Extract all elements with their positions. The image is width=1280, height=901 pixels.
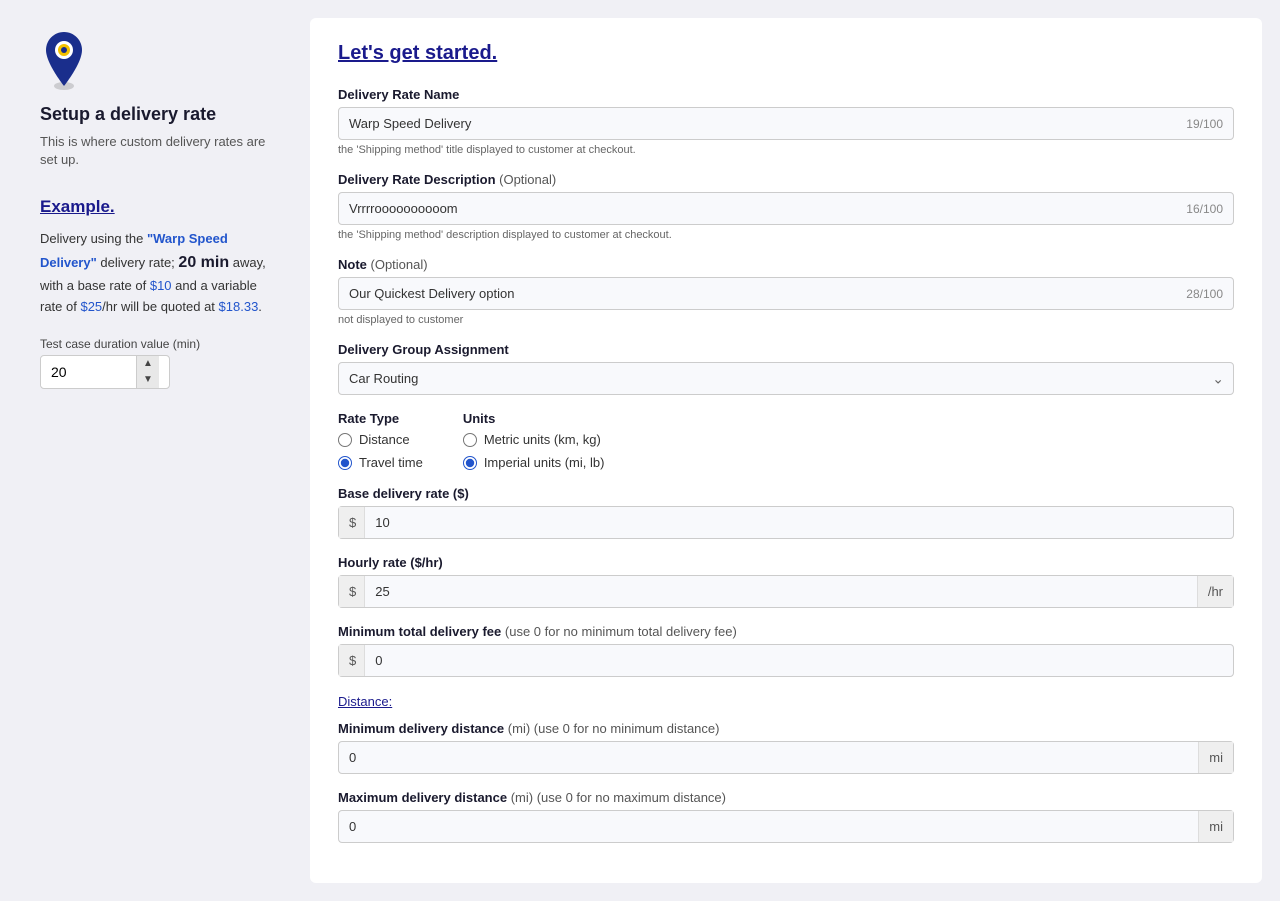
min-total-fee-input[interactable]: 0 — [365, 645, 1233, 676]
setup-title: Setup a delivery rate — [40, 104, 216, 125]
rate-type-distance-radio[interactable] — [338, 433, 352, 447]
setup-subtitle: This is where custom delivery rates are … — [40, 133, 280, 169]
base-delivery-rate-prefix: $ — [339, 507, 365, 538]
delivery-rate-name-section: Delivery Rate Name Warp Speed Delivery 1… — [338, 87, 1234, 156]
example-base: $10 — [150, 278, 172, 293]
hourly-rate-input-wrapper: $ 25 /hr — [338, 575, 1234, 608]
delivery-group-select-wrapper: Car Routing Bike Routing Walk Routing ⌄ — [338, 362, 1234, 395]
delivery-group-select[interactable]: Car Routing Bike Routing Walk Routing — [338, 362, 1234, 395]
max-distance-suffix: mi — [1198, 811, 1233, 842]
rate-type-travel-time-label: Travel time — [359, 455, 423, 470]
delivery-group-label: Delivery Group Assignment — [338, 342, 1234, 357]
distance-link[interactable]: Distance: — [338, 694, 392, 709]
page-title: Let's get started. — [338, 42, 1234, 65]
note-optional: (Optional) — [371, 257, 428, 272]
note-input-wrapper: Our Quickest Delivery option 28/100 — [338, 277, 1234, 310]
base-delivery-rate-section: Base delivery rate ($) $ 10 — [338, 486, 1234, 539]
hourly-rate-suffix: /hr — [1197, 576, 1233, 607]
max-distance-input[interactable]: 0 — [339, 811, 1198, 842]
min-total-fee-section: Minimum total delivery fee (use 0 for no… — [338, 624, 1234, 677]
delivery-rate-desc-section: Delivery Rate Description (Optional) Vrr… — [338, 172, 1234, 241]
note-hint: not displayed to customer — [338, 314, 1234, 326]
test-case-section: Test case duration value (min) 20 ▲ ▼ — [40, 337, 280, 389]
base-delivery-rate-input[interactable]: 10 — [365, 507, 1233, 538]
hourly-rate-input[interactable]: 25 — [365, 576, 1197, 607]
example-text-5: /hr will be quoted at — [102, 299, 218, 314]
min-distance-input[interactable]: 0 — [339, 742, 1198, 773]
test-case-input[interactable]: 20 — [41, 358, 136, 386]
min-total-fee-prefix: $ — [339, 645, 365, 676]
delivery-rate-desc-hint: the 'Shipping method' description displa… — [338, 229, 1234, 241]
delivery-rate-name-input[interactable]: Warp Speed Delivery — [339, 108, 1176, 139]
example-total: $18.33 — [219, 299, 259, 314]
example-description: Delivery using the "Warp Speed Delivery"… — [40, 229, 280, 317]
example-text-2: delivery rate; — [97, 255, 179, 270]
min-distance-suffix: mi — [1198, 742, 1233, 773]
delivery-rate-name-hint: the 'Shipping method' title displayed to… — [338, 144, 1234, 156]
desc-optional: (Optional) — [499, 172, 556, 187]
test-case-input-wrapper: 20 ▲ ▼ — [40, 355, 170, 389]
example-text-1: Delivery using the — [40, 231, 147, 246]
units-options: Metric units (km, kg) Imperial units (mi… — [463, 432, 605, 470]
min-distance-label: Minimum delivery distance (mi) (use 0 fo… — [338, 721, 1234, 736]
note-label: Note (Optional) — [338, 257, 1234, 272]
left-panel: Setup a delivery rate This is where cust… — [0, 0, 310, 901]
rate-type-travel-time[interactable]: Travel time — [338, 455, 423, 470]
right-panel: Let's get started. Delivery Rate Name Wa… — [310, 18, 1262, 883]
location-pin-icon — [40, 30, 88, 90]
example-text-6: . — [258, 299, 262, 314]
units-imperial-label: Imperial units (mi, lb) — [484, 455, 605, 470]
rate-type-label: Rate Type — [338, 411, 423, 426]
rate-type-group: Rate Type Distance Travel time — [338, 411, 423, 470]
units-label: Units — [463, 411, 605, 426]
delivery-rate-name-label: Delivery Rate Name — [338, 87, 1234, 102]
rate-units-row: Rate Type Distance Travel time Units — [338, 411, 1234, 470]
spinner-down-button[interactable]: ▼ — [137, 372, 159, 388]
max-distance-input-wrapper: 0 mi — [338, 810, 1234, 843]
note-section: Note (Optional) Our Quickest Delivery op… — [338, 257, 1234, 326]
spinner-buttons: ▲ ▼ — [136, 356, 159, 388]
spinner-up-button[interactable]: ▲ — [137, 356, 159, 372]
min-distance-input-wrapper: 0 mi — [338, 741, 1234, 774]
delivery-rate-desc-label: Delivery Rate Description (Optional) — [338, 172, 1234, 187]
delivery-group-section: Delivery Group Assignment Car Routing Bi… — [338, 342, 1234, 395]
delivery-rate-desc-input[interactable]: Vrrrroooooooooom — [339, 193, 1176, 224]
note-input[interactable]: Our Quickest Delivery option — [339, 278, 1176, 309]
example-time: 20 min — [178, 254, 229, 271]
delivery-rate-name-input-wrapper: Warp Speed Delivery 19/100 — [338, 107, 1234, 140]
rate-type-travel-time-radio[interactable] — [338, 456, 352, 470]
delivery-rate-name-counter: 19/100 — [1176, 117, 1233, 131]
example-variable: $25 — [80, 299, 102, 314]
example-heading: Example. — [40, 197, 115, 217]
hourly-rate-label: Hourly rate ($/hr) — [338, 555, 1234, 570]
units-group: Units Metric units (km, kg) Imperial uni… — [463, 411, 605, 470]
max-distance-section: Maximum delivery distance (mi) (use 0 fo… — [338, 790, 1234, 843]
min-total-fee-input-wrapper: $ 0 — [338, 644, 1234, 677]
note-counter: 28/100 — [1176, 287, 1233, 301]
base-delivery-rate-label: Base delivery rate ($) — [338, 486, 1234, 501]
max-distance-hint: (mi) (use 0 for no maximum distance) — [511, 790, 726, 805]
min-distance-hint: (mi) (use 0 for no minimum distance) — [508, 721, 720, 736]
units-imperial-radio[interactable] — [463, 456, 477, 470]
max-distance-label: Maximum delivery distance (mi) (use 0 fo… — [338, 790, 1234, 805]
delivery-rate-desc-counter: 16/100 — [1176, 202, 1233, 216]
delivery-rate-desc-input-wrapper: Vrrrroooooooooom 16/100 — [338, 192, 1234, 225]
min-total-fee-hint-inline: (use 0 for no minimum total delivery fee… — [505, 624, 737, 639]
units-metric-label: Metric units (km, kg) — [484, 432, 601, 447]
rate-type-options: Distance Travel time — [338, 432, 423, 470]
rate-type-distance[interactable]: Distance — [338, 432, 423, 447]
hourly-rate-prefix: $ — [339, 576, 365, 607]
min-distance-section: Minimum delivery distance (mi) (use 0 fo… — [338, 721, 1234, 774]
units-metric[interactable]: Metric units (km, kg) — [463, 432, 605, 447]
base-delivery-rate-input-wrapper: $ 10 — [338, 506, 1234, 539]
hourly-rate-section: Hourly rate ($/hr) $ 25 /hr — [338, 555, 1234, 608]
min-total-fee-label: Minimum total delivery fee (use 0 for no… — [338, 624, 1234, 639]
test-case-label: Test case duration value (min) — [40, 337, 280, 351]
units-imperial[interactable]: Imperial units (mi, lb) — [463, 455, 605, 470]
rate-type-distance-label: Distance — [359, 432, 410, 447]
units-metric-radio[interactable] — [463, 433, 477, 447]
